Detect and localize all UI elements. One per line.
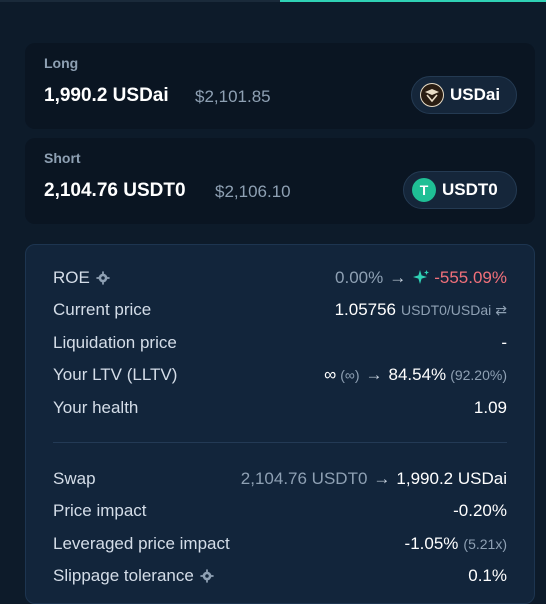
slippage-row: Slippage tolerance 0.1% [53,564,507,588]
long-amount: 1,990.2 USDai [44,85,169,106]
roe-from: 0.00% [335,268,384,287]
sparkle-icon [413,270,430,284]
ltv-to-paren: (92.20%) [450,367,507,383]
arrow-right-icon: → [389,268,407,287]
health-row: Your health 1.09 [53,396,507,420]
current-price-value: 1.05756 [334,300,397,319]
price-impact-label: Price impact [53,501,147,520]
roe-to: -555.09% [434,268,507,287]
ltv-row: Your LTV (LLTV) ∞ (∞) → 84.54% (92.20%) [53,363,507,387]
price-impact-row: Price impact -0.20% [53,499,507,523]
ltv-to: 84.54% [388,365,447,384]
ltv-from: ∞ [324,365,337,384]
long-token-selector[interactable]: USDai [411,76,517,114]
short-token-selector[interactable]: T USDT0 [403,171,517,209]
ltv-from-paren: (∞) [340,367,360,383]
short-label: Short [44,150,81,166]
usdt0-token-icon: T [412,178,436,202]
leveraged-price-impact-row: Leveraged price impact -1.05% (5.21x) [53,532,507,556]
leveraged-price-impact-label: Leveraged price impact [53,534,230,553]
arrow-right-icon: → [365,365,383,384]
arrow-right-icon: → [373,469,391,488]
current-price-label: Current price [53,300,152,319]
liquidation-price-row: Liquidation price - [53,331,507,355]
slippage-label: Slippage tolerance [53,566,194,585]
settings-gear-icon[interactable] [96,271,110,285]
divider [53,442,507,443]
price-impact-value: -0.20% [453,501,507,520]
top-tab-indicator-active [280,0,546,2]
long-usd-value: $2,101.85 [195,87,271,106]
short-asset-card: Short 2,104.76 USDT0 $2,106.10 T USDT0 [25,138,535,224]
short-token-name: USDT0 [442,180,498,199]
ltv-label: Your LTV (LLTV) [53,365,178,384]
health-label: Your health [53,398,139,417]
short-usd-value: $2,106.10 [215,182,291,201]
swap-to: 1,990.2 USDai [396,469,507,488]
leveraged-price-impact-value: -1.05% [404,534,459,553]
top-tab-indicator-track [0,0,280,2]
swap-from: 2,104.76 USDT0 [240,469,368,488]
health-value: 1.09 [473,398,507,417]
position-details-panel: ROE 0.00% → -555.09% Current price 1.057… [25,244,535,604]
short-amount: 2,104.76 USDT0 [44,180,186,201]
roe-label: ROE [53,268,90,287]
current-price-row: Current price 1.05756 USDT0/USDai ⇄ [53,298,507,322]
long-label: Long [44,55,79,71]
liquidation-price-value: - [501,333,507,352]
swap-row: Swap 2,104.76 USDT0 → 1,990.2 USDai [53,467,507,491]
usdai-token-icon [420,83,444,107]
settings-gear-icon[interactable] [200,569,214,583]
roe-row: ROE 0.00% → -555.09% [53,266,507,290]
swap-arrows-icon[interactable]: ⇄ [495,302,507,319]
long-token-name: USDai [450,85,501,104]
liquidation-price-label: Liquidation price [53,333,177,352]
leveraged-price-impact-multiplier: (5.21x) [463,536,507,552]
current-price-pair: USDT0/USDai [401,302,492,318]
swap-label: Swap [53,469,96,488]
slippage-value: 0.1% [468,566,507,585]
long-asset-card: Long 1,990.2 USDai $2,101.85 USDai [25,43,535,129]
